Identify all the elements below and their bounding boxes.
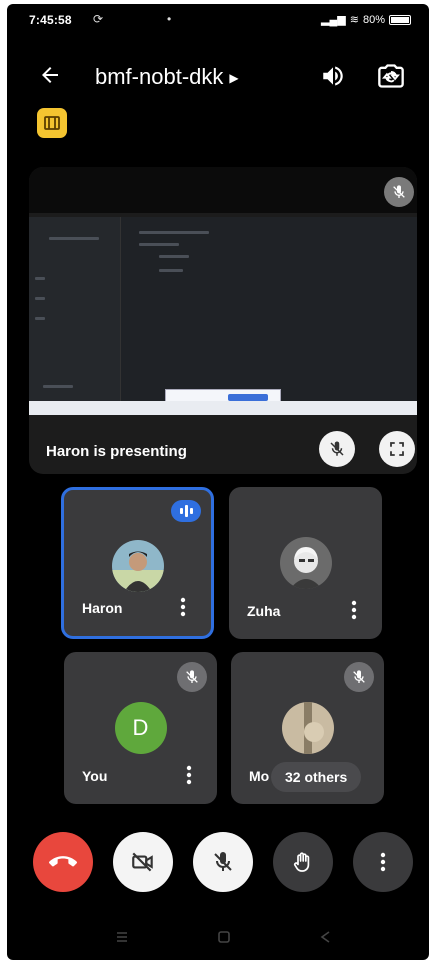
back-button[interactable] <box>33 58 67 92</box>
muted-indicator <box>344 662 374 692</box>
participant-tile-zuha[interactable]: Zuha <box>229 487 382 639</box>
mic-off-icon <box>214 852 232 871</box>
wifi-icon: ≋ <box>349 14 359 26</box>
avatar <box>279 537 332 589</box>
more-vert-icon <box>180 597 186 617</box>
more-vert-icon <box>186 765 192 785</box>
dot-icon: • <box>167 12 172 26</box>
signal-icon: ▂▄▆ <box>321 14 346 26</box>
avatar <box>111 540 164 592</box>
camera-toggle-button[interactable] <box>113 832 173 892</box>
meeting-code-button[interactable]: bmf-nobt-dkk ▶ <box>95 64 239 90</box>
recents-button[interactable] <box>111 928 133 946</box>
speaker-icon <box>323 66 343 86</box>
speaker-button[interactable] <box>317 60 349 92</box>
participant-more-button[interactable] <box>344 597 364 623</box>
avatar <box>281 702 334 754</box>
end-call-icon <box>49 856 77 867</box>
battery-percent: 80% <box>362 13 385 26</box>
meeting-code: bmf-nobt-dkk <box>95 64 224 89</box>
mic-off-icon <box>330 441 344 456</box>
participant-tile-you[interactable]: D You <box>64 652 217 804</box>
mic-off-icon <box>393 185 405 198</box>
participant-more-button[interactable] <box>179 762 199 788</box>
participant-more-button[interactable] <box>173 594 193 620</box>
more-vert-icon <box>380 852 386 872</box>
status-right: ▂▄▆ ≋ 80% <box>321 13 411 26</box>
switch-camera-button[interactable] <box>375 60 407 92</box>
chevron-right-icon: ▶ <box>229 71 239 85</box>
raise-hand-icon <box>293 852 310 872</box>
participant-name: Haron <box>82 600 123 616</box>
avatar: D <box>114 702 167 754</box>
phone-screen: 7:45:58 ⟳ • ▂▄▆ ≋ 80% bmf-nobt-dkk ▶ Har… <box>7 4 429 960</box>
sync-icon: ⟳ <box>93 12 104 26</box>
meeting-header: bmf-nobt-dkk ▶ <box>7 54 429 98</box>
camera-off-icon <box>132 852 153 872</box>
activities-badge[interactable] <box>37 108 67 138</box>
battery-icon <box>389 14 411 25</box>
presenter-muted-indicator <box>384 177 414 207</box>
others-button[interactable]: 32 others <box>271 762 362 792</box>
muted-indicator <box>177 662 207 692</box>
shared-screen-taskbar <box>29 401 417 415</box>
participant-tile-mo[interactable]: Mo 32 others <box>231 652 384 804</box>
presentation-top-bar <box>29 167 417 213</box>
mic-off-icon <box>186 670 198 683</box>
switch-camera-icon <box>378 64 404 88</box>
fullscreen-button[interactable] <box>379 431 415 467</box>
presenting-label: Haron is presenting <box>46 443 187 460</box>
mute-presentation-button[interactable] <box>319 431 355 467</box>
recents-icon <box>117 932 127 942</box>
more-vert-icon <box>351 600 357 620</box>
mic-off-icon <box>353 670 365 683</box>
participant-name: You <box>82 768 108 784</box>
end-call-button[interactable] <box>33 832 93 892</box>
fullscreen-icon <box>390 442 404 456</box>
more-options-button[interactable] <box>353 832 413 892</box>
participant-name: Mo <box>249 768 270 784</box>
presentation-tile[interactable]: Haron is presenting <box>29 167 417 474</box>
back-triangle-icon <box>320 931 330 943</box>
shared-screen <box>29 217 417 415</box>
mic-toggle-button[interactable] <box>193 832 253 892</box>
speaking-indicator <box>171 500 201 522</box>
home-button[interactable] <box>213 928 235 946</box>
home-icon <box>218 931 230 943</box>
raise-hand-button[interactable] <box>273 832 333 892</box>
participant-tile-haron[interactable]: Haron <box>61 487 214 639</box>
back-nav-button[interactable] <box>315 928 337 946</box>
participant-name: Zuha <box>247 603 281 619</box>
status-time: 7:45:58 <box>29 13 72 27</box>
back-arrow-icon <box>42 67 58 83</box>
status-bar: 7:45:58 ⟳ • ▂▄▆ ≋ 80% <box>7 4 429 38</box>
system-navigation-bar <box>7 914 429 960</box>
poll-icon <box>44 116 60 130</box>
